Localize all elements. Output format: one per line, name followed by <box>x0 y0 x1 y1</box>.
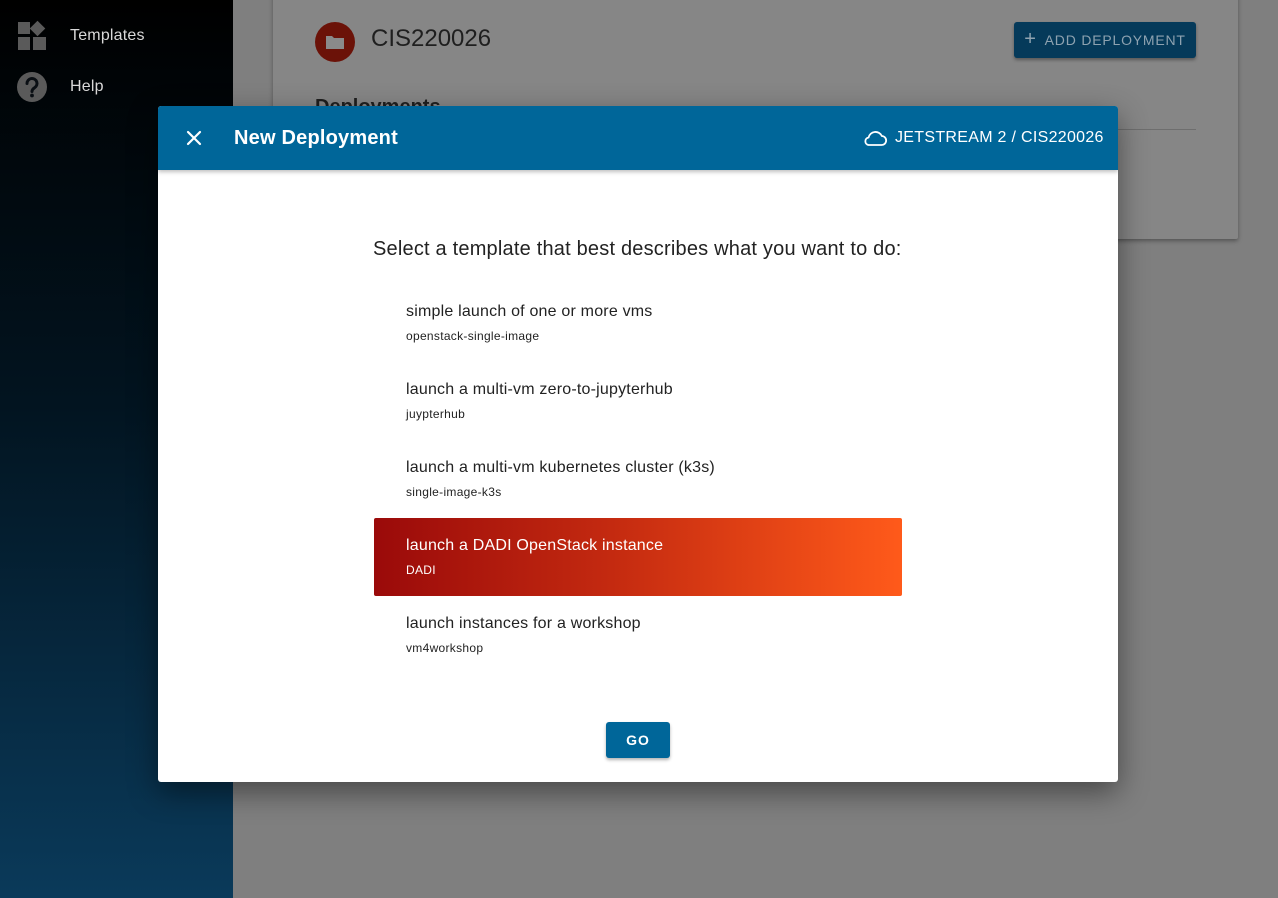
new-deployment-dialog: New Deployment JETSTREAM 2 / CIS220026 S… <box>158 106 1118 782</box>
dialog-title: New Deployment <box>234 127 398 149</box>
plus-icon: + <box>1024 28 1037 50</box>
template-name: openstack-single-image <box>406 329 540 343</box>
template-title: launch instances for a workshop <box>406 615 641 632</box>
sidebar-item-label: Help <box>70 78 104 95</box>
sidebar-item-label: Templates <box>70 27 145 44</box>
dialog-toolbar: New Deployment JETSTREAM 2 / CIS220026 <box>158 106 1118 170</box>
template-list: simple launch of one or more vms opensta… <box>374 284 902 674</box>
template-title: simple launch of one or more vms <box>406 303 653 320</box>
template-title: launch a multi-vm zero-to-jupyterhub <box>406 381 673 398</box>
dialog-prompt: Select a template that best describes wh… <box>373 238 902 260</box>
list-item[interactable]: launch a multi-vm zero-to-jupyterhub juy… <box>374 362 902 440</box>
add-deployment-label: ADD DEPLOYMENT <box>1044 32 1186 48</box>
template-name: single-image-k3s <box>406 485 502 499</box>
template-title: launch a multi-vm kubernetes cluster (k3… <box>406 459 715 476</box>
help-icon <box>17 72 47 102</box>
go-button[interactable]: GO <box>606 722 670 758</box>
page-title: CIS220026 <box>371 25 492 52</box>
sidebar-item-templates[interactable]: Templates <box>0 13 233 59</box>
dashboard-icon <box>18 20 46 50</box>
avatar <box>315 22 355 62</box>
template-name: vm4workshop <box>406 641 484 655</box>
template-name: DADI <box>406 563 436 577</box>
sidebar-item-help[interactable]: Help <box>0 64 233 110</box>
cloud-icon <box>864 131 888 146</box>
template-title: launch a DADI OpenStack instance <box>406 537 664 554</box>
list-item-selected[interactable]: launch a DADI OpenStack instance DADI <box>374 518 902 596</box>
cloud-label: JETSTREAM 2 / CIS220026 <box>895 129 1104 146</box>
list-item[interactable]: simple launch of one or more vms opensta… <box>374 284 902 362</box>
close-icon[interactable] <box>180 124 208 152</box>
add-deployment-button[interactable]: + ADD DEPLOYMENT <box>1014 22 1196 58</box>
template-name: juypterhub <box>406 407 466 421</box>
folder-icon <box>326 36 344 49</box>
list-item[interactable]: launch instances for a workshop vm4works… <box>374 596 902 674</box>
list-item[interactable]: launch a multi-vm kubernetes cluster (k3… <box>374 440 902 518</box>
